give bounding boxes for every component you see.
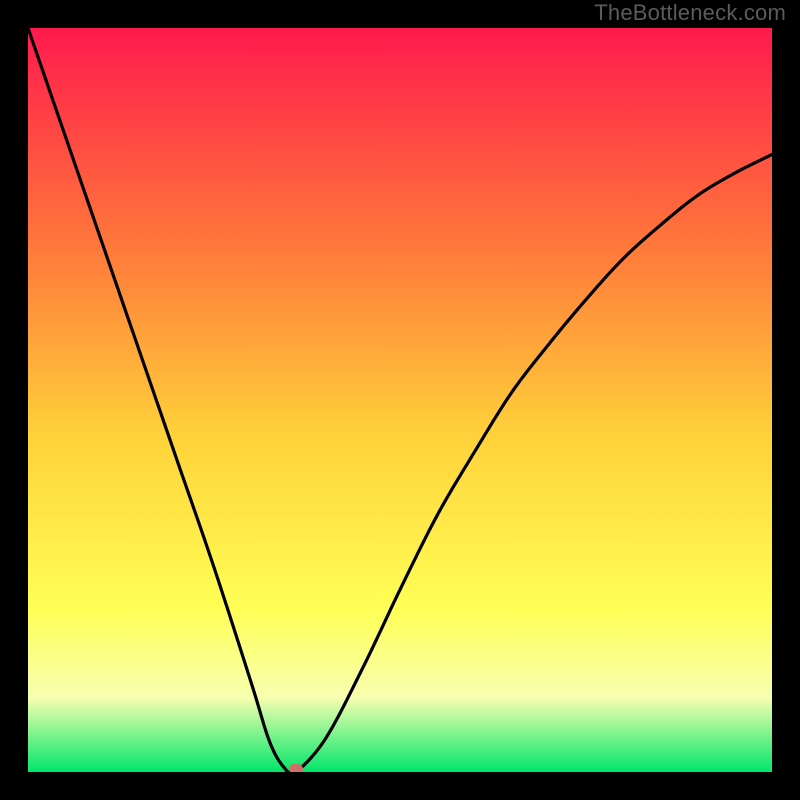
minimum-marker [289,764,303,772]
bottleneck-curve [28,28,772,772]
watermark-text: TheBottleneck.com [594,0,786,26]
plot-area [28,28,772,772]
curve-path [28,28,772,772]
outer-frame: TheBottleneck.com [0,0,800,800]
